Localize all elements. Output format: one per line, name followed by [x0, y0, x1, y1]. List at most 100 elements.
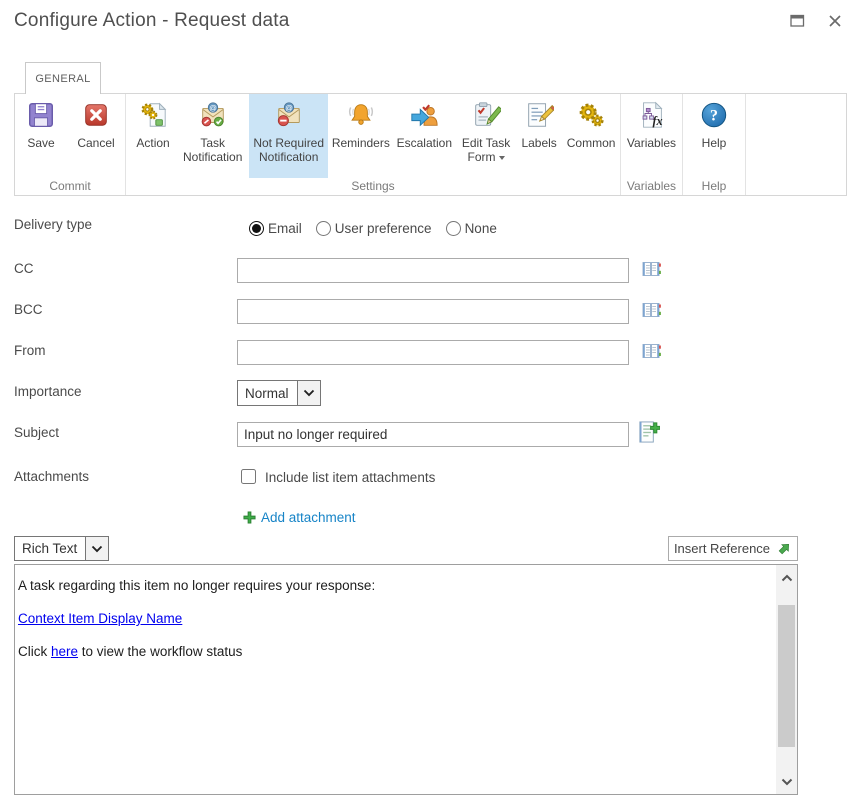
- text-format-select[interactable]: Rich Text: [14, 536, 109, 561]
- variables-icon: fx: [637, 99, 667, 131]
- insert-reference-button[interactable]: Insert Reference: [668, 536, 798, 561]
- user-preference-radio[interactable]: [316, 221, 331, 236]
- editor-line: Click here to view the workflow status: [18, 642, 769, 661]
- add-attachment-link[interactable]: Add attachment: [243, 510, 356, 525]
- close-button[interactable]: [827, 13, 843, 29]
- editor-content[interactable]: A task regarding this item no longer req…: [15, 565, 775, 794]
- cc-label: CC: [14, 261, 34, 276]
- task-notification-icon: @: [198, 99, 228, 131]
- add-icon: [243, 511, 256, 524]
- svg-text:?: ?: [710, 108, 718, 125]
- chevron-down-icon: [781, 778, 793, 786]
- escalation-button[interactable]: Escalation: [394, 94, 455, 178]
- help-button[interactable]: ? Help: [692, 94, 736, 178]
- editor-line: A task regarding this item no longer req…: [18, 576, 769, 595]
- window-controls: [789, 13, 843, 29]
- message-body-editor[interactable]: A task regarding this item no longer req…: [14, 564, 798, 795]
- action-button[interactable]: Action: [130, 94, 176, 178]
- reminders-button[interactable]: Reminders: [331, 94, 391, 178]
- save-button[interactable]: Save: [19, 94, 63, 178]
- editor-line: Context Item Display Name: [18, 609, 769, 628]
- from-input[interactable]: [237, 340, 629, 365]
- context-item-link[interactable]: Context Item Display Name: [18, 611, 182, 626]
- edit-task-form-icon: [471, 99, 501, 131]
- ribbon-button-label: Labels: [521, 136, 556, 150]
- ribbon-group-label: Settings: [126, 178, 620, 195]
- bcc-input[interactable]: [237, 299, 629, 324]
- maximize-button[interactable]: [789, 13, 805, 29]
- importance-value: Normal: [238, 381, 297, 405]
- insert-reference-arrow-icon: [777, 541, 792, 556]
- address-book-icon: [641, 341, 661, 361]
- subject-insert-reference-button[interactable]: [637, 419, 660, 450]
- task-notification-button[interactable]: @ Task Notification: [179, 94, 246, 178]
- ribbon-button-label: Not Required Notification: [249, 136, 328, 164]
- ribbon-group-help: ? Help Help: [683, 94, 746, 195]
- chevron-down-icon: [297, 381, 320, 405]
- cancel-button[interactable]: Cancel: [71, 94, 121, 178]
- ribbon-button-label: Task Notification: [179, 136, 246, 164]
- workflow-status-link[interactable]: here: [51, 644, 78, 659]
- add-attachment-label: Add attachment: [261, 510, 356, 525]
- subject-label: Subject: [14, 425, 59, 440]
- ribbon-group-label: Variables: [621, 178, 682, 195]
- radio-option-none[interactable]: None: [446, 221, 497, 236]
- address-book-icon: [641, 259, 661, 279]
- ribbon-button-label: Action: [136, 136, 169, 150]
- page-title: Configure Action - Request data: [14, 10, 290, 32]
- common-icon: [576, 99, 606, 131]
- chevron-up-icon: [781, 574, 793, 582]
- editor-scrollbar[interactable]: [776, 565, 797, 794]
- scroll-down-button[interactable]: [776, 769, 797, 794]
- tab-general[interactable]: GENERAL: [25, 62, 101, 94]
- svg-text:@: @: [285, 103, 293, 112]
- chevron-down-icon: [85, 537, 108, 560]
- ribbon-button-label: Help: [702, 136, 727, 150]
- bcc-label: BCC: [14, 302, 43, 317]
- not-required-notification-icon: @: [274, 99, 304, 131]
- maximize-icon: [790, 14, 805, 28]
- ribbon-button-label: Edit Task Form: [458, 136, 514, 164]
- not-required-notification-button[interactable]: @ Not Required Notification: [249, 94, 328, 178]
- bcc-address-book-button[interactable]: [641, 300, 661, 325]
- email-radio[interactable]: [249, 221, 264, 236]
- svg-text:fx: fx: [652, 114, 662, 128]
- scroll-up-button[interactable]: [776, 565, 797, 590]
- none-radio[interactable]: [446, 221, 461, 236]
- radio-label: None: [465, 221, 497, 236]
- radio-option-email[interactable]: Email: [249, 221, 302, 236]
- help-icon: ?: [699, 99, 729, 131]
- radio-label: Email: [268, 221, 302, 236]
- importance-select[interactable]: Normal: [237, 380, 321, 406]
- ribbon: Save Cancel Commit: [14, 93, 847, 196]
- cc-input[interactable]: [237, 258, 629, 283]
- from-address-book-button[interactable]: [641, 341, 661, 366]
- radio-option-user-preference[interactable]: User preference: [316, 221, 432, 236]
- escalation-icon: [409, 99, 439, 131]
- reminders-icon: [346, 99, 376, 131]
- action-icon: [138, 99, 168, 131]
- delivery-type-label: Delivery type: [14, 217, 92, 232]
- ribbon-button-label: Cancel: [77, 136, 114, 150]
- ribbon-button-label: Escalation: [397, 136, 452, 150]
- ribbon-button-label: Save: [27, 136, 54, 150]
- ribbon-group-label: Help: [683, 178, 745, 195]
- ribbon-group-label: Commit: [15, 178, 125, 195]
- from-label: From: [14, 343, 46, 358]
- subject-input[interactable]: [237, 422, 629, 447]
- insert-field-icon: [637, 419, 660, 445]
- variables-button[interactable]: fx Variables: [623, 94, 680, 178]
- text-format-value: Rich Text: [15, 537, 85, 560]
- importance-label: Importance: [14, 384, 82, 399]
- scrollbar-thumb[interactable]: [778, 605, 795, 747]
- include-attachments-checkbox[interactable]: [241, 469, 256, 484]
- cc-address-book-button[interactable]: [641, 259, 661, 284]
- include-attachments-label: Include list item attachments: [265, 470, 435, 485]
- edit-task-form-button[interactable]: Edit Task Form: [458, 94, 514, 178]
- labels-button[interactable]: Labels: [517, 94, 561, 178]
- insert-reference-label: Insert Reference: [674, 541, 770, 556]
- address-book-icon: [641, 300, 661, 320]
- attachments-label: Attachments: [14, 469, 89, 484]
- ribbon-button-label: Variables: [627, 136, 676, 150]
- common-button[interactable]: Common: [564, 94, 618, 178]
